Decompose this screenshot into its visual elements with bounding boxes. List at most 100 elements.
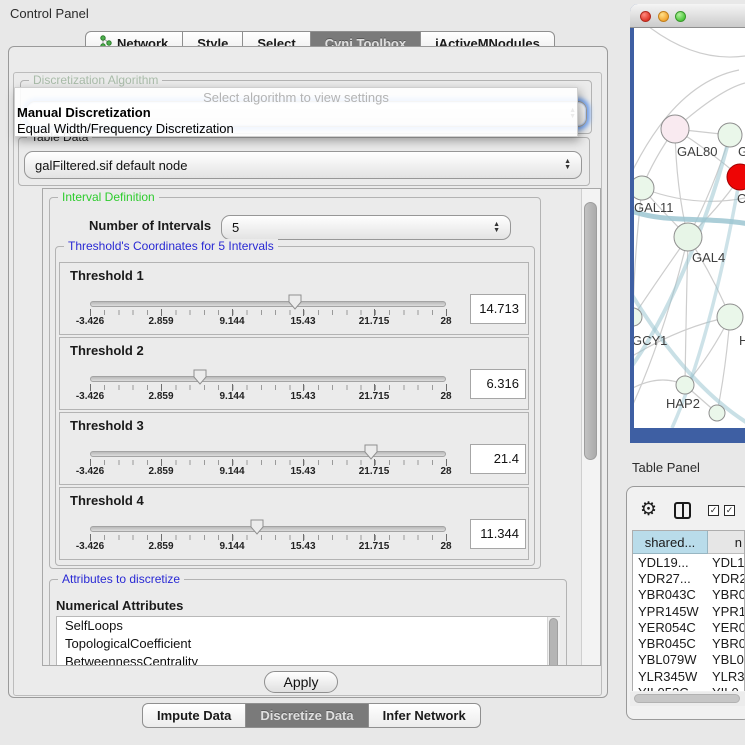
slider-track[interactable] — [90, 451, 446, 457]
table-data-combobox[interactable]: galFiltered.sif default node ▲▼ — [24, 151, 582, 179]
threshold-value-field[interactable]: 11.344 — [470, 519, 526, 549]
network-window-titlebar[interactable] — [630, 4, 745, 28]
list-item[interactable]: BetweennessCentrality — [57, 653, 559, 666]
tick-label: 21.715 — [359, 391, 390, 402]
apply-button-label: Apply — [283, 674, 318, 690]
apply-button[interactable]: Apply — [264, 671, 338, 693]
threshold-3-panel: Threshold 3 -3.426 2.859 9.144 15.43 21.… — [59, 412, 529, 485]
tick-label: 15.43 — [290, 391, 315, 402]
slider-thumb[interactable] — [364, 444, 378, 460]
table-hscrollbar-thumb[interactable] — [634, 694, 740, 703]
interval-definition-title: Interval Definition — [58, 190, 159, 204]
slider-thumb[interactable] — [250, 519, 264, 535]
tick-label: 15.43 — [290, 466, 315, 477]
table-row[interactable]: YPR145WYPR1 — [633, 603, 744, 619]
column-header-shared-name[interactable]: shared... — [633, 531, 708, 554]
tick-label: 21.715 — [359, 541, 390, 552]
tick-label: 2.859 — [148, 466, 173, 477]
bottom-tab-bar: Impute Data Discretize Data Infer Networ… — [142, 703, 481, 728]
tab-discretize-data[interactable]: Discretize Data — [245, 703, 368, 728]
algorithm-dropdown-popup: Select algorithm to view settings Manual… — [14, 87, 578, 137]
checkbox-icon[interactable]: ✓ — [724, 505, 735, 516]
slider-thumb[interactable] — [193, 369, 207, 385]
threshold-value-field[interactable]: 21.4 — [470, 444, 526, 474]
tab-infer-network[interactable]: Infer Network — [368, 703, 481, 728]
attributes-group-title: Attributes to discretize — [58, 572, 184, 586]
main-scrollbar-thumb[interactable] — [584, 202, 597, 460]
zoom-traffic-light[interactable] — [675, 11, 686, 22]
settings-scrollpane: Interval Definition Number of Intervals … — [42, 188, 601, 666]
number-of-intervals-combobox[interactable]: 5 ▲▼ — [221, 215, 511, 240]
threshold-value-field[interactable]: 6.316 — [470, 369, 526, 399]
attributes-group: Attributes to discretize Numerical Attri… — [49, 579, 567, 666]
node-label-c: C — [737, 191, 745, 206]
threshold-2-panel: Threshold 2 -3.426 2.859 9.144 15.43 21.… — [59, 337, 529, 410]
gear-icon[interactable]: ⚙ — [640, 498, 657, 521]
node-label-gal11: GAL11 — [634, 200, 674, 215]
tick-label: 28 — [440, 316, 451, 327]
tick-label: 9.144 — [219, 391, 244, 402]
tick-label: 15.43 — [290, 541, 315, 552]
network-graph: GAL80 G. C GAL11 GAL4 GCY1 H HAP2 — [634, 28, 745, 428]
thresholds-group-title: Threshold's Coordinates for 5 Intervals — [64, 239, 278, 253]
numerical-attributes-label: Numerical Attributes — [56, 598, 183, 613]
table-row[interactable]: YBL079WYBL0 — [633, 652, 744, 668]
tick-label: 28 — [440, 466, 451, 477]
tick-label: 2.859 — [148, 541, 173, 552]
number-of-intervals-value: 5 — [232, 220, 239, 235]
tick-label: 9.144 — [219, 541, 244, 552]
list-scrollbar[interactable] — [547, 617, 560, 666]
slider-ticks — [90, 535, 447, 540]
table-row[interactable]: YIL053CYIL0 — [633, 684, 744, 691]
table-row[interactable]: YDR27...YDR2 — [633, 570, 744, 586]
minimize-traffic-light[interactable] — [658, 11, 669, 22]
tab-label: Impute Data — [157, 708, 231, 723]
node-attribute-table[interactable]: shared... n YDL19...YDL1 YDR27...YDR2 YB… — [632, 530, 745, 691]
split-columns-icon[interactable] — [674, 502, 691, 519]
slider-thumb[interactable] — [288, 294, 302, 310]
table-data-selected: galFiltered.sif default node — [35, 158, 187, 173]
close-traffic-light[interactable] — [640, 11, 651, 22]
column-header-name[interactable]: n — [708, 531, 744, 554]
tick-label: 9.144 — [219, 466, 244, 477]
table-row[interactable]: YBR045CYBR0 — [633, 635, 744, 651]
tick-label: 2.859 — [148, 316, 173, 327]
slider-track[interactable] — [90, 301, 446, 307]
tick-label: -3.426 — [76, 541, 104, 552]
node-label-gal80: GAL80 — [677, 144, 717, 159]
numerical-attributes-list[interactable]: SelfLoops TopologicalCoefficient Between… — [56, 616, 560, 666]
number-of-intervals-label: Number of Intervals — [89, 218, 211, 233]
tick-label: 9.144 — [219, 316, 244, 327]
threshold-value-field[interactable]: 14.713 — [470, 294, 526, 324]
slider-track[interactable] — [90, 526, 446, 532]
threshold-label: Threshold 1 — [70, 268, 144, 283]
checkbox-icon[interactable]: ✓ — [708, 505, 719, 516]
node-label-gal4: GAL4 — [692, 250, 725, 265]
table-row[interactable]: YDL19...YDL1 — [633, 554, 744, 570]
app-root: Control Panel × Network Style Select Cyn… — [0, 0, 745, 745]
tick-label: -3.426 — [76, 391, 104, 402]
table-row[interactable]: YER054CYER0 — [633, 619, 744, 635]
dropdown-item-manual-discretization[interactable]: Manual Discretization — [17, 105, 151, 120]
network-canvas[interactable]: GAL80 G. C GAL11 GAL4 GCY1 H HAP2 — [634, 28, 745, 428]
combo-arrows-icon: ▲▼ — [493, 222, 500, 234]
list-item[interactable]: SelfLoops — [57, 617, 559, 635]
tick-label: 21.715 — [359, 466, 390, 477]
tick-label: -3.426 — [76, 466, 104, 477]
tick-label: 21.715 — [359, 316, 390, 327]
slider-ticks — [90, 385, 447, 390]
threshold-label: Threshold 4 — [70, 493, 144, 508]
tick-label: 2.859 — [148, 391, 173, 402]
slider-track[interactable] — [90, 376, 446, 382]
list-item[interactable]: TopologicalCoefficient — [57, 635, 559, 653]
tab-impute-data[interactable]: Impute Data — [142, 703, 246, 728]
dropdown-item-equal-width-frequency[interactable]: Equal Width/Frequency Discretization — [17, 121, 234, 136]
node-label-gcy1: GCY1 — [634, 333, 667, 348]
tick-label: -3.426 — [76, 316, 104, 327]
algorithm-group-title: Discretization Algorithm — [29, 73, 162, 87]
tick-label: 28 — [440, 541, 451, 552]
slider-ticks — [90, 460, 447, 465]
table-row[interactable]: YBR043CYBR0 — [633, 587, 744, 603]
table-row[interactable]: YLR345WYLR3 — [633, 668, 744, 684]
threshold-1-panel: Threshold 1 -3.426 2.859 9.144 15.43 21.… — [59, 262, 529, 335]
